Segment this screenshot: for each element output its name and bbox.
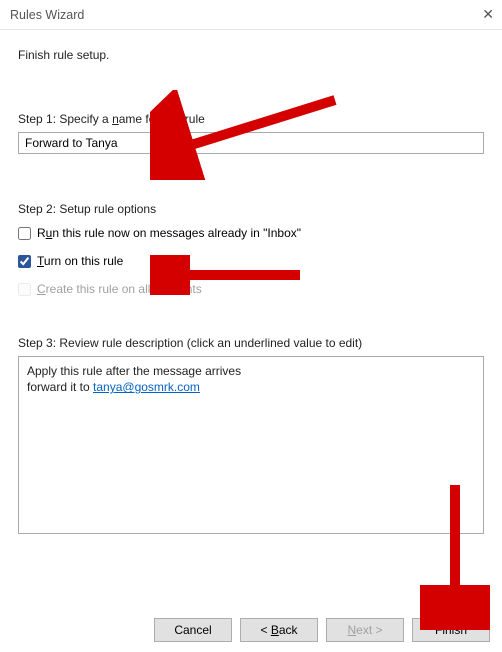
finish-setup-heading: Finish rule setup. [18,48,484,62]
forward-email-link[interactable]: tanya@gosmrk.com [93,380,200,394]
option-run-pre: R [37,226,46,240]
next-post: ext > [356,623,382,637]
step1-label-key: n [112,112,119,126]
next-key: N [347,623,356,637]
close-icon[interactable]: ✕ [464,6,494,23]
back-button[interactable]: < Back [240,618,318,642]
back-key: B [271,623,279,637]
option-create-all-label: Create this rule on all accounts [37,282,202,296]
finish-button[interactable]: Finish [412,618,490,642]
option-turn-on-key: T [37,254,44,268]
option-turn-on[interactable]: Turn on this rule [18,254,484,268]
option-turn-on-post: urn on this rule [44,254,123,268]
desc-line-2-pre: forward it to [27,380,93,394]
cancel-button[interactable]: Cancel [154,618,232,642]
desc-line-2: forward it to tanya@gosmrk.com [27,379,475,395]
window-title: Rules Wizard [10,8,84,22]
step1-label: Step 1: Specify a name for this rule [18,112,484,126]
checkbox-run-now[interactable] [18,227,31,240]
option-turn-on-label: Turn on this rule [37,254,123,268]
step1-label-pre: Step 1: Specify a [18,112,112,126]
option-run-post: n this rule now on messages already in "… [52,226,301,240]
step1-label-post: ame for this rule [119,112,205,126]
back-prefix: < [260,623,270,637]
desc-line-1: Apply this rule after the message arrive… [27,363,475,379]
next-button: Next > [326,618,404,642]
rule-name-input[interactable] [18,132,484,154]
step3-heading: Step 3: Review rule description (click a… [18,336,484,350]
button-bar: Cancel < Back Next > Finish [154,618,490,642]
checkbox-create-all [18,283,31,296]
back-post: ack [279,623,298,637]
option-create-all-key: C [37,282,46,296]
option-run-now-label: Run this rule now on messages already in… [37,226,301,240]
rule-description-box[interactable]: Apply this rule after the message arrive… [18,356,484,534]
step2-heading: Step 2: Setup rule options [18,202,484,216]
option-create-all-post: reate this rule on all accounts [46,282,202,296]
option-create-all: Create this rule on all accounts [18,282,484,296]
option-run-now[interactable]: Run this rule now on messages already in… [18,226,484,240]
title-bar: Rules Wizard ✕ [0,0,502,30]
checkbox-turn-on[interactable] [18,255,31,268]
